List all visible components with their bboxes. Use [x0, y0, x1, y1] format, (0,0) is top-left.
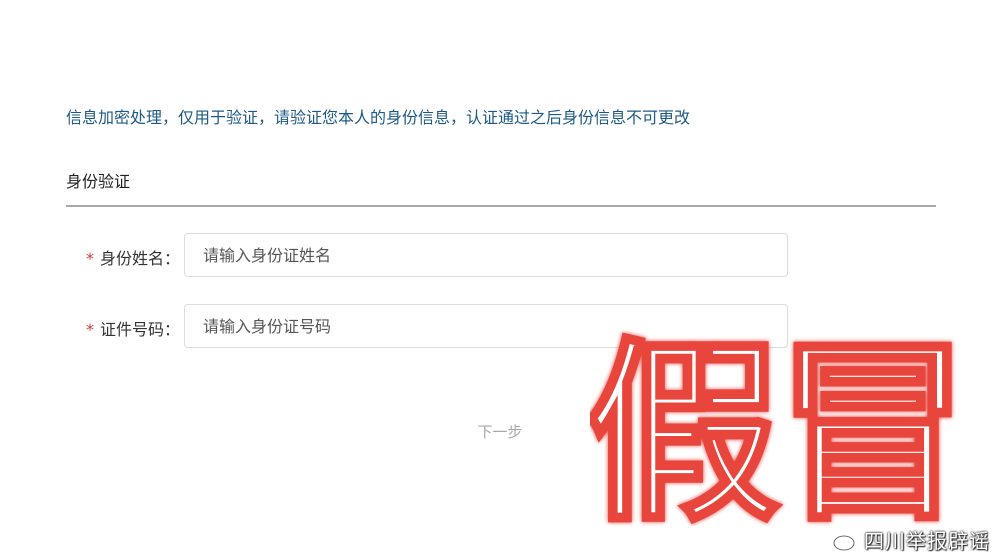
required-mark: * [85, 249, 94, 268]
next-step-button[interactable]: 下一步 [470, 418, 530, 444]
required-mark: * [85, 320, 94, 339]
name-label: * 身份姓名： [86, 245, 180, 269]
fake-stamp-overlay: 假冒 [590, 319, 960, 526]
privacy-notice: 信息加密处理，仅用于验证，请验证您本人的身份信息，认证通过之后身份信息不可更改 [66, 108, 691, 127]
id-number-label: * 证件号码： [86, 316, 180, 340]
identity-verification-page: 信息加密处理，仅用于验证，请验证您本人的身份信息，认证通过之后身份信息不可更改 … [0, 0, 1000, 560]
weibo-account-name: 四川举报辟谣 [864, 529, 990, 553]
name-label-text: 身份姓名： [99, 249, 180, 268]
section-title: 身份验证 [66, 172, 131, 191]
section-divider [66, 205, 936, 207]
name-row: * 身份姓名： [0, 233, 1000, 279]
id-number-label-text: 证件号码： [99, 320, 180, 339]
stamp-text: 假冒 [590, 321, 960, 526]
name-input[interactable] [184, 233, 788, 277]
weibo-icon [833, 530, 859, 551]
weibo-watermark: 四川举报辟谣 [832, 525, 990, 554]
